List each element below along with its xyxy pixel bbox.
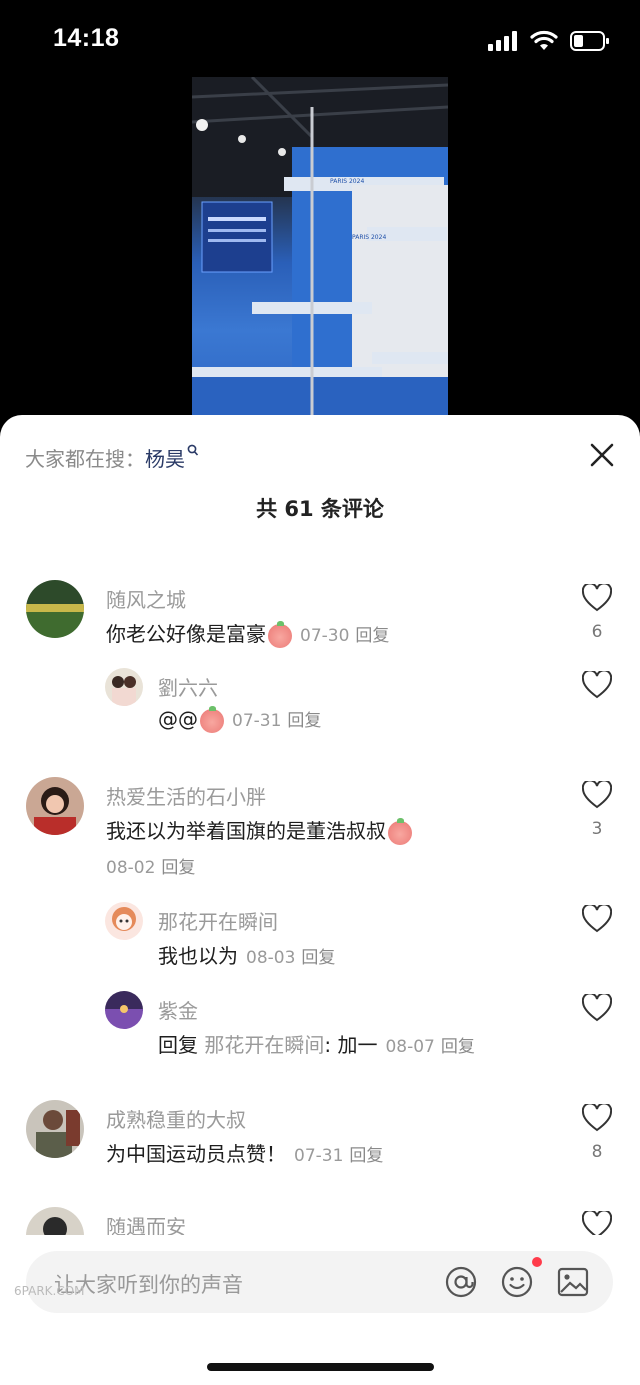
like-heart-icon[interactable]: [582, 1211, 612, 1235]
watermark: 6PARK.COM: [14, 1284, 85, 1298]
reply-button[interactable]: 回复: [355, 626, 389, 646]
search-term[interactable]: 杨昊: [145, 447, 185, 471]
comment-date: 07-31: [294, 1146, 344, 1166]
like-count: 6: [591, 622, 603, 642]
comment-body: 为中国运动员点赞！: [106, 1142, 286, 1166]
home-indicator[interactable]: [207, 1363, 434, 1371]
reply-date: 07-31: [232, 711, 282, 731]
reply-username[interactable]: 紫金: [158, 995, 198, 1024]
status-bar: 14:18: [0, 0, 640, 80]
avatar[interactable]: [105, 902, 143, 940]
reply-button[interactable]: 回复: [287, 711, 321, 731]
comment-text: 我还以为举着国旗的是董浩叔叔: [106, 815, 412, 845]
like-heart-icon[interactable]: [582, 994, 612, 1022]
close-icon[interactable]: [586, 439, 618, 471]
comment-list[interactable]: 随风之城 你老公好像是富豪 07-30 回复 6 劉六六 @@ 07-31 回复 热爱生…: [0, 565, 640, 1235]
search-hint-label: 大家都在搜：: [25, 447, 145, 471]
like-count: 3: [591, 819, 603, 839]
reply-date: 08-03: [246, 948, 296, 968]
diving-venue-image: PARIS 2024 PARIS 2024: [192, 77, 448, 415]
reply-body: @@: [158, 707, 198, 731]
like-heart-icon[interactable]: [582, 905, 612, 933]
comment-date: 07-30: [300, 626, 350, 646]
video-preview[interactable]: PARIS 2024 PARIS 2024: [192, 77, 448, 415]
reply-button[interactable]: 回复: [349, 1146, 383, 1166]
notification-dot-icon: [532, 1257, 542, 1267]
search-icon: [187, 444, 199, 456]
emoji-icon[interactable]: [500, 1265, 534, 1299]
search-suggestion[interactable]: 大家都在搜：杨昊: [25, 443, 199, 472]
reply-date: 08-07: [385, 1037, 435, 1057]
status-time: 14:18: [53, 24, 120, 52]
reply-button[interactable]: 回复: [301, 948, 335, 968]
battery-icon: [570, 31, 609, 51]
comment-input-bar[interactable]: 让大家听到你的声音: [26, 1251, 613, 1313]
reply-text: 回复 那花开在瞬间: 加一 08-07 回复: [158, 1029, 475, 1058]
comment-date: 08-02: [106, 858, 156, 878]
comment-username[interactable]: 成熟稳重的大叔: [106, 1104, 246, 1133]
like-heart-icon[interactable]: [582, 781, 612, 809]
reply-text: @@ 07-31 回复: [158, 705, 321, 733]
comment-text: 为中国运动员点赞！ 07-31 回复: [106, 1138, 383, 1167]
avatar[interactable]: [26, 580, 84, 638]
avatar[interactable]: [26, 777, 84, 835]
wifi-icon: [530, 30, 558, 50]
comment-meta: 08-02 回复: [106, 853, 195, 878]
peach-emoji-icon: [388, 817, 412, 845]
reply-button[interactable]: 回复: [161, 858, 195, 878]
image-picker-icon[interactable]: [556, 1265, 590, 1299]
quoted-username[interactable]: 那花开在瞬间: [204, 1033, 324, 1057]
reply-username[interactable]: 那花开在瞬间: [158, 906, 278, 935]
reply-body: 我也以为: [158, 944, 238, 968]
avatar[interactable]: [26, 1207, 84, 1235]
comment-username[interactable]: 随风之城: [106, 584, 186, 613]
avatar[interactable]: [105, 991, 143, 1029]
comment-text: 你老公好像是富豪 07-30 回复: [106, 618, 389, 648]
reply-text: 我也以为 08-03 回复: [158, 940, 335, 969]
comment-body: 我还以为举着国旗的是董浩叔叔: [106, 819, 386, 843]
comment-body: 你老公好像是富豪: [106, 622, 266, 646]
reply-prefix: 回复: [158, 1033, 198, 1057]
like-count: 8: [591, 1142, 603, 1162]
comments-sheet: 大家都在搜：杨昊 共 61 条评论 随风之城 你老公好像是富豪 07-30 回复 6…: [0, 415, 640, 1385]
signal-icon: [488, 31, 517, 51]
peach-emoji-icon: [268, 620, 292, 648]
peach-emoji-icon: [200, 705, 224, 733]
avatar[interactable]: [105, 668, 143, 706]
comment-username[interactable]: 随遇而安: [106, 1211, 186, 1235]
svg-text:PARIS 2024: PARIS 2024: [330, 178, 364, 185]
reply-username[interactable]: 劉六六: [158, 672, 218, 701]
status-icons: [488, 28, 610, 54]
reply-button[interactable]: 回复: [441, 1037, 475, 1057]
like-heart-icon[interactable]: [582, 584, 612, 612]
mention-at-icon[interactable]: [444, 1265, 478, 1299]
reply-body: : 加一: [324, 1033, 378, 1057]
like-heart-icon[interactable]: [582, 1104, 612, 1132]
comment-username[interactable]: 热爱生活的石小胖: [106, 781, 266, 810]
svg-text:PARIS 2024: PARIS 2024: [352, 234, 386, 241]
like-heart-icon[interactable]: [582, 671, 612, 699]
avatar[interactable]: [26, 1100, 84, 1158]
comment-count-title: 共 61 条评论: [256, 497, 384, 521]
